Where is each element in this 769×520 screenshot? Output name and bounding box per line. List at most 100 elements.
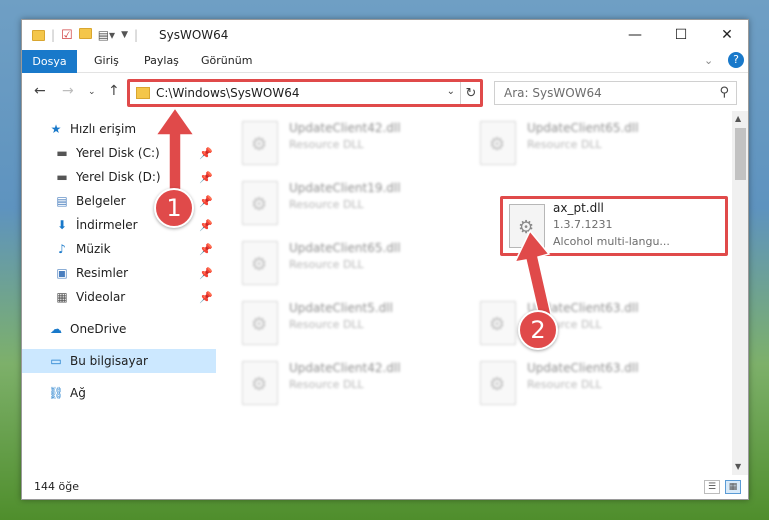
sidebar-item-videos[interactable]: ▦ Videolar — [54, 285, 125, 309]
large-icons-view-icon[interactable]: ▦ — [725, 480, 741, 494]
sidebar-item-label: Yerel Disk (C:) — [76, 146, 160, 160]
pin-icon[interactable]: 📌 — [199, 291, 213, 304]
new-folder-icon[interactable] — [78, 28, 92, 39]
sidebar-item-label: Hızlı erişim — [70, 122, 137, 136]
network-icon: ⛓ — [48, 386, 64, 400]
sidebar-item-onedrive[interactable]: ☁ OneDrive — [48, 317, 126, 341]
video-icon: ▦ — [56, 290, 68, 304]
file-type: Resource DLL — [289, 138, 364, 151]
navigation-bar: ← → ⌄ ↑ C:\Windows\SysWOW64 ⌄ ↻ Ara: Sys… — [22, 73, 748, 111]
dll-file-icon — [242, 241, 278, 285]
maximize-button[interactable]: ☐ — [658, 20, 704, 50]
sidebar-item-label: Belgeler — [76, 194, 126, 208]
music-icon: ♪ — [58, 242, 66, 256]
sidebar-item-label: İndirmeler — [76, 218, 138, 232]
view-options-icon[interactable]: ▤▾ — [98, 28, 115, 42]
pin-icon[interactable]: 📌 — [199, 243, 213, 256]
sidebar-item-label: Bu bilgisayar — [70, 354, 148, 368]
file-name: UpdateClient19.dll — [289, 181, 401, 195]
folder-icon — [32, 29, 45, 41]
computer-icon: ▭ — [50, 354, 62, 368]
pin-icon[interactable]: 📌 — [199, 219, 213, 232]
sidebar-item-label: Resimler — [76, 266, 129, 280]
file-name: UpdateClient63.dll — [527, 361, 639, 375]
recent-locations-icon[interactable]: ⌄ — [88, 87, 96, 97]
list-item[interactable]: UpdateClient42.dll Resource DLL — [236, 355, 456, 413]
forward-icon[interactable]: → — [62, 83, 74, 99]
help-icon[interactable]: ? — [728, 52, 744, 68]
scrollbar-thumb[interactable] — [735, 128, 746, 180]
sidebar-item-label: Yerel Disk (D:) — [76, 170, 161, 184]
dll-file-icon — [242, 121, 278, 165]
list-item[interactable]: UpdateClient42.dll Resource DLL — [236, 115, 456, 173]
back-icon[interactable]: ← — [34, 83, 46, 99]
scroll-up-icon[interactable]: ▲ — [735, 114, 741, 123]
search-input[interactable]: Ara: SysWOW64 ⚲ — [494, 81, 737, 105]
window-title: SysWOW64 — [159, 28, 229, 42]
close-button[interactable]: ✕ — [704, 20, 748, 50]
file-type: Resource DLL — [289, 198, 364, 211]
step-badge-2: 2 — [518, 310, 558, 350]
ribbon: Dosya Giriş Paylaş Görünüm ⌄ ? — [22, 50, 748, 73]
dll-file-icon — [242, 181, 278, 225]
sidebar-item-downloads[interactable]: ⬇ İndirmeler — [54, 213, 138, 237]
address-highlight-box — [127, 79, 483, 107]
quick-access-toolbar: | ☑ ▤▾ ▼ | — [32, 27, 138, 43]
scroll-down-icon[interactable]: ▼ — [735, 462, 741, 471]
details-view-icon[interactable]: ☰ — [704, 480, 720, 494]
file-name: UpdateClient5.dll — [289, 301, 393, 315]
sidebar-item-label: Videolar — [76, 290, 126, 304]
ribbon-expand-icon[interactable]: ⌄ — [704, 54, 713, 67]
vertical-scrollbar[interactable]: ▲ ▼ — [732, 111, 748, 475]
sidebar-item-label: Ağ — [70, 386, 86, 400]
sidebar-item-this-pc[interactable]: ▭ Bu bilgisayar — [48, 349, 148, 373]
minimize-button[interactable]: — — [612, 20, 658, 50]
pin-icon[interactable]: 📌 — [199, 195, 213, 208]
pictures-icon: ▣ — [56, 266, 68, 280]
dll-file-icon — [242, 361, 278, 405]
tab-view[interactable]: Görünüm — [201, 54, 252, 67]
sidebar-item-local-disk-d[interactable]: ▬ Yerel Disk (D:) — [54, 165, 161, 189]
tab-file[interactable]: Dosya — [22, 50, 77, 73]
sidebar-item-quick-access[interactable]: ★ Hızlı erişim — [48, 117, 136, 141]
file-name: UpdateClient65.dll — [289, 241, 401, 255]
file-type: Resource DLL — [527, 138, 602, 151]
list-item[interactable]: UpdateClient65.dll Resource DLL — [474, 115, 694, 173]
file-name: UpdateClient42.dll — [289, 121, 401, 135]
sidebar-item-documents[interactable]: ▤ Belgeler — [54, 189, 126, 213]
list-item[interactable]: UpdateClient63.dll Resource DLL — [474, 355, 694, 413]
tab-share[interactable]: Paylaş — [144, 54, 179, 67]
drive-icon: ▬ — [56, 146, 68, 160]
pin-icon[interactable]: 📌 — [199, 147, 213, 160]
sidebar-item-network[interactable]: ⛓ Ağ — [48, 381, 86, 405]
explorer-window: | ☑ ▤▾ ▼ | SysWOW64 — ☐ ✕ Dosya Giriş Pa… — [21, 19, 749, 500]
dll-file-icon — [242, 301, 278, 345]
tab-home[interactable]: Giriş — [94, 54, 119, 67]
customize-dropdown-icon[interactable]: ▼ — [121, 30, 128, 40]
documents-icon: ▤ — [56, 194, 68, 208]
drive-icon: ▬ — [56, 170, 68, 184]
file-name: UpdateClient65.dll — [527, 121, 639, 135]
sidebar-item-label: Müzik — [76, 242, 111, 256]
list-item[interactable]: UpdateClient5.dll Resource DLL — [236, 295, 456, 353]
dll-file-icon — [480, 121, 516, 165]
title-bar: | ☑ ▤▾ ▼ | SysWOW64 — ☐ ✕ — [22, 20, 748, 50]
item-count: 144 öğe — [34, 480, 79, 493]
file-type: Resource DLL — [289, 378, 364, 391]
sidebar-item-pictures[interactable]: ▣ Resimler — [54, 261, 128, 285]
file-type: Resource DLL — [289, 318, 364, 331]
list-item[interactable]: UpdateClient19.dll Resource DLL — [236, 175, 456, 233]
step-badge-1: 1 — [154, 188, 194, 228]
pin-icon[interactable]: 📌 — [199, 171, 213, 184]
up-icon[interactable]: ↑ — [108, 83, 120, 99]
file-type: Resource DLL — [527, 378, 602, 391]
file-list: UpdateClient42.dll Resource DLL UpdateCl… — [236, 111, 732, 475]
list-item[interactable]: UpdateClient63.dll Resource DLL — [474, 295, 694, 353]
sidebar-item-local-disk-c[interactable]: ▬ Yerel Disk (C:) — [54, 141, 160, 165]
cloud-icon: ☁ — [50, 322, 62, 336]
properties-icon[interactable]: ☑ — [61, 28, 73, 43]
status-bar: 144 öğe ☰ ▦ — [22, 475, 748, 499]
list-item[interactable]: UpdateClient65.dll Resource DLL — [236, 235, 456, 293]
sidebar-item-music[interactable]: ♪ Müzik — [54, 237, 111, 261]
pin-icon[interactable]: 📌 — [199, 267, 213, 280]
